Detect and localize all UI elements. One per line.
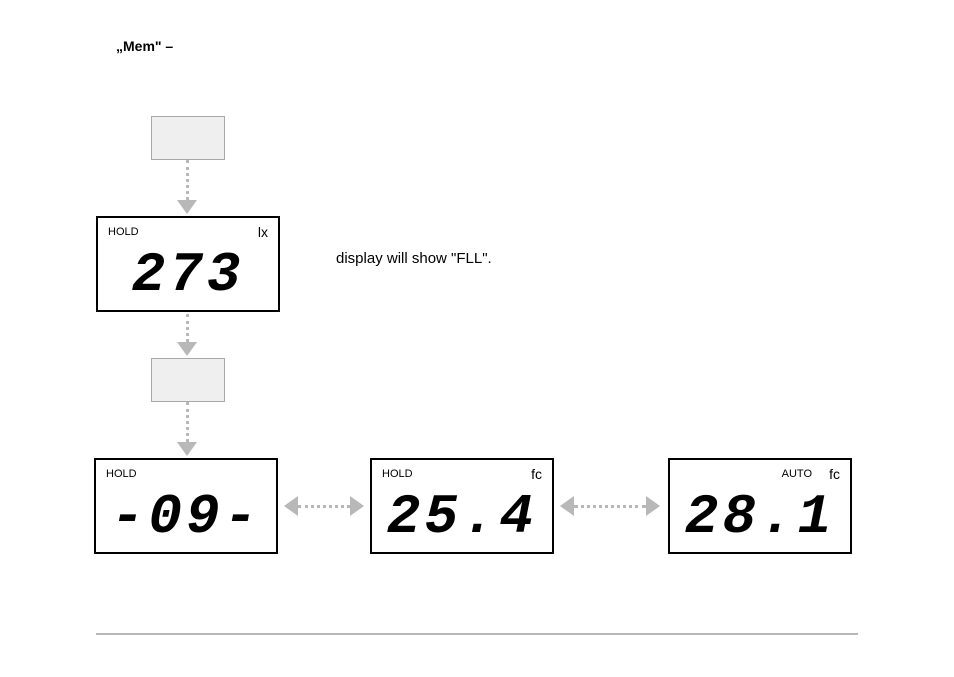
lcd-display-1: HOLD lx 273 xyxy=(96,216,280,312)
divider xyxy=(96,633,858,635)
arrow-bidir-2 xyxy=(560,496,660,516)
arrow-down-3 xyxy=(177,402,197,456)
description-text: display will show "FLL". xyxy=(336,250,492,267)
hold-label: HOLD xyxy=(108,226,139,238)
arrow-bidir-1 xyxy=(284,496,364,516)
lcd-value: 28.1 xyxy=(670,482,850,552)
lcd-display-4: AUTO fc 28.1 xyxy=(668,458,852,554)
button-placeholder-1 xyxy=(151,116,225,160)
unit-label: fc xyxy=(531,466,542,482)
arrow-down-1 xyxy=(177,160,197,214)
hold-label: HOLD xyxy=(382,468,413,480)
hold-label: HOLD xyxy=(106,468,137,480)
unit-label: lx xyxy=(258,224,268,240)
unit-label: fc xyxy=(829,466,840,482)
lcd-display-3: HOLD fc 25.4 xyxy=(370,458,554,554)
lcd-value: 25.4 xyxy=(372,482,552,552)
section-title: „Mem" – xyxy=(116,38,173,54)
lcd-display-2: HOLD -09- xyxy=(94,458,278,554)
lcd-value: 273 xyxy=(98,240,278,310)
auto-label: AUTO xyxy=(782,468,812,480)
lcd-value: -09- xyxy=(96,482,276,552)
button-placeholder-2 xyxy=(151,358,225,402)
arrow-down-2 xyxy=(177,314,197,356)
